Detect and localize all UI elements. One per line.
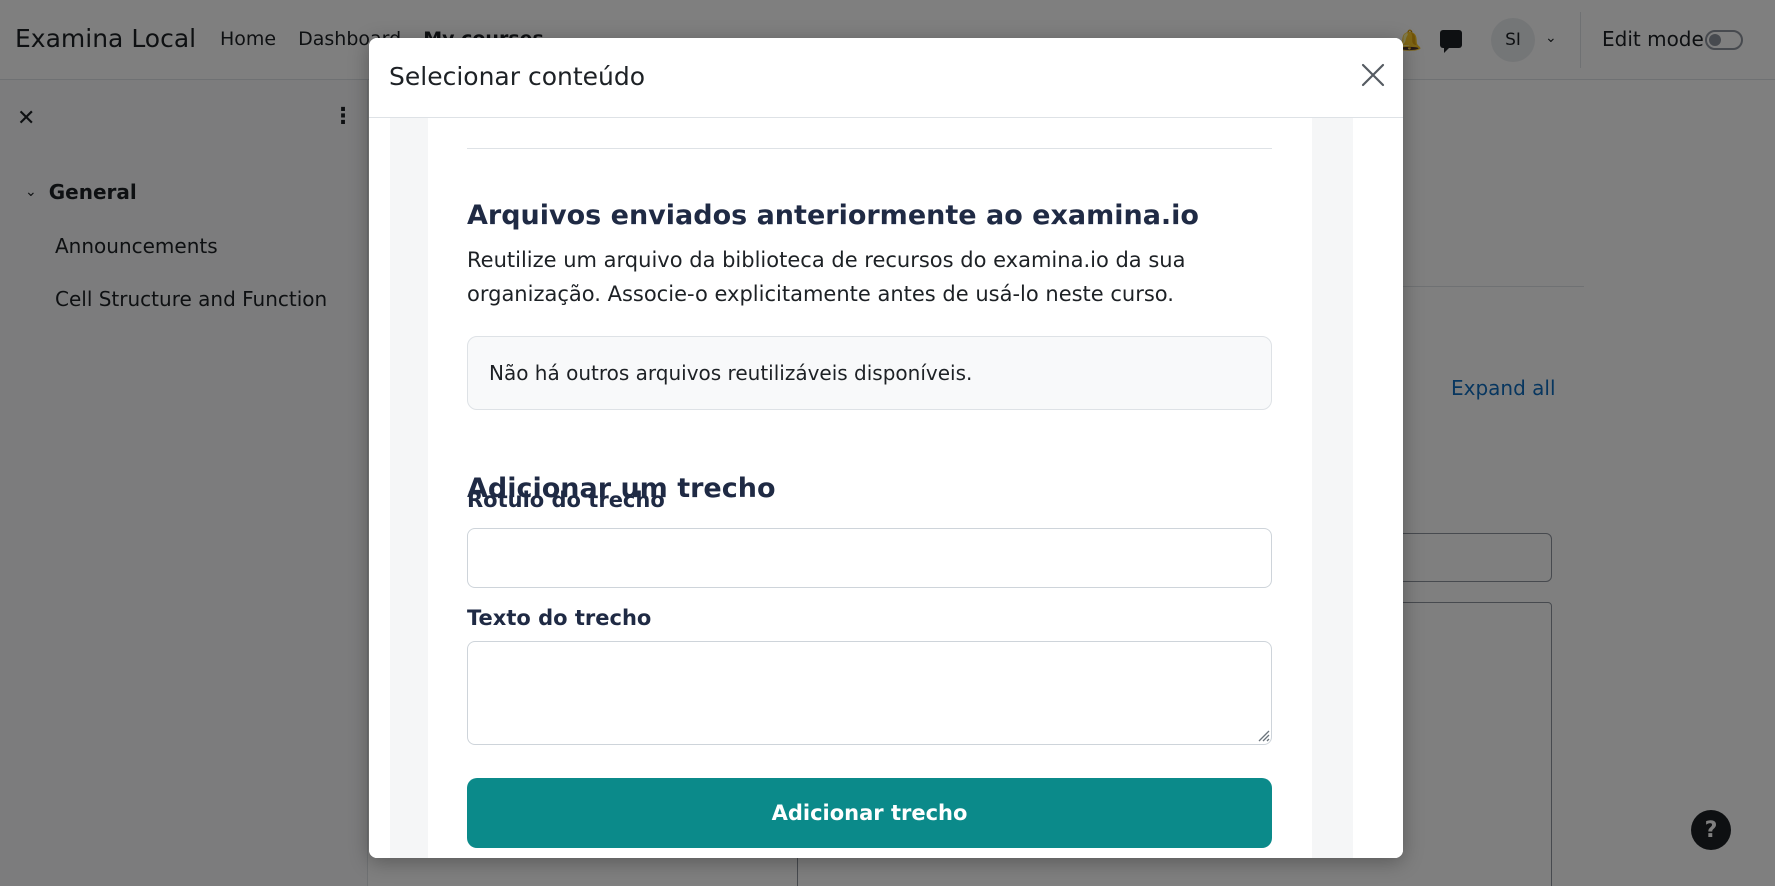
snippet-label-field-label: Rótulo do trecho xyxy=(467,488,665,512)
card-divider xyxy=(467,148,1272,149)
snippet-label-input[interactable] xyxy=(467,528,1272,588)
resize-grip-icon[interactable] xyxy=(1256,728,1270,742)
previous-files-title: Arquivos enviados anteriormente ao exami… xyxy=(467,200,1199,231)
previous-files-description: Reutilize um arquivo da biblioteca de re… xyxy=(467,248,1186,306)
modal-title: Selecionar conteúdo xyxy=(389,62,646,91)
close-icon[interactable] xyxy=(1358,60,1388,90)
empty-files-message: Não há outros arquivos reutilizáveis dis… xyxy=(489,361,973,385)
modal-header: Selecionar conteúdo xyxy=(369,38,1403,118)
content-card: Arquivos enviados anteriormente ao exami… xyxy=(428,118,1312,858)
add-snippet-button[interactable]: Adicionar trecho xyxy=(467,778,1272,848)
empty-files-notice: Não há outros arquivos reutilizáveis dis… xyxy=(467,336,1272,410)
snippet-text-textarea[interactable] xyxy=(467,641,1272,745)
select-content-modal: Selecionar conteúdo Arquivos enviados an… xyxy=(369,38,1403,858)
modal-scroll-frame: Arquivos enviados anteriormente ao exami… xyxy=(390,118,1353,858)
snippet-text-field-label: Texto do trecho xyxy=(467,606,652,630)
modal-body: Arquivos enviados anteriormente ao exami… xyxy=(369,118,1403,858)
